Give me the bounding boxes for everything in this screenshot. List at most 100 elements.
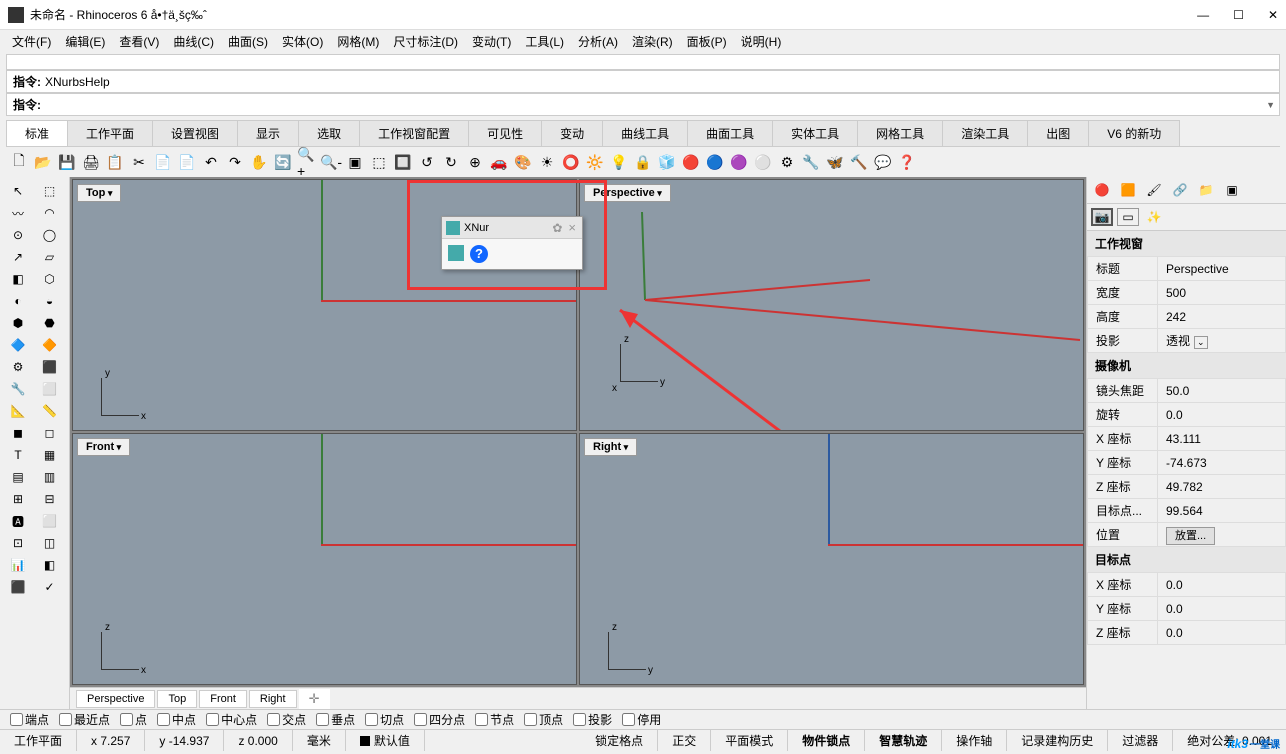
toolbar-btn-0[interactable]: 🗋 [8, 151, 30, 173]
status-osnap[interactable]: 物件锁点 [788, 730, 865, 751]
tool-11[interactable]: ◒ [36, 291, 64, 311]
tool-2[interactable]: 〰 [4, 203, 32, 223]
menu-A[interactable]: 分析(A) [572, 31, 624, 52]
osnap-1[interactable]: 最近点 [59, 711, 110, 728]
tool-29[interactable]: ⊟ [36, 489, 64, 509]
toolbar-btn-31[interactable]: ⚪ [752, 151, 774, 173]
tool-22[interactable]: ◼ [4, 423, 32, 443]
render-icon[interactable]: 🟧 [1117, 181, 1139, 199]
vptab-perspective[interactable]: Perspective [76, 690, 155, 708]
menu-P[interactable]: 面板(P) [681, 31, 733, 52]
toolbar-btn-6[interactable]: 📄 [152, 151, 174, 173]
fx-icon[interactable]: ✨ [1143, 208, 1165, 226]
tab-2[interactable]: 设置视图 [152, 120, 238, 146]
tool-34[interactable]: 📊 [4, 555, 32, 575]
tool-1[interactable]: ⬚ [36, 181, 64, 201]
tool-20[interactable]: 📐 [4, 401, 32, 421]
frame-icon[interactable]: ▭ [1117, 208, 1139, 226]
viewport-right[interactable]: Right zy [579, 433, 1084, 685]
osnap-5[interactable]: 交点 [267, 711, 306, 728]
toolbar-btn-14[interactable]: ▣ [344, 151, 366, 173]
tool-6[interactable]: ↗ [4, 247, 32, 267]
tool-4[interactable]: ⊙ [4, 225, 32, 245]
tool-5[interactable]: ◯ [36, 225, 64, 245]
tab-6[interactable]: 可见性 [468, 120, 542, 146]
tab-0[interactable]: 标准 [6, 120, 68, 146]
tool-36[interactable]: ⬛ [4, 577, 32, 597]
prop-width[interactable]: 500 [1158, 281, 1286, 305]
tool-3[interactable]: ◠ [36, 203, 64, 223]
material-icon[interactable]: 🖌 [1143, 181, 1165, 199]
toolbar-btn-12[interactable]: 🔍+ [296, 151, 318, 173]
status-layer[interactable]: 默认值 [346, 730, 425, 751]
toolbar-btn-19[interactable]: ⊕ [464, 151, 486, 173]
tool-10[interactable]: ◐ [4, 291, 32, 311]
tab-11[interactable]: 网格工具 [857, 120, 943, 146]
prop-projection[interactable]: 透视⌄ [1158, 329, 1286, 353]
properties-icon[interactable]: 🔴 [1091, 181, 1113, 199]
toolbar-btn-30[interactable]: 🟣 [728, 151, 750, 173]
osnap-12[interactable]: 停用 [622, 711, 661, 728]
status-ortho[interactable]: 正交 [658, 730, 711, 751]
tool-12[interactable]: ⬢ [4, 313, 32, 333]
toolbar-btn-9[interactable]: ↷ [224, 151, 246, 173]
prop-focal[interactable]: 50.0 [1158, 379, 1286, 403]
tool-27[interactable]: ▥ [36, 467, 64, 487]
toolbar-btn-26[interactable]: 🔒 [632, 151, 654, 173]
link-icon[interactable]: 🔗 [1169, 181, 1191, 199]
tool-9[interactable]: ⬡ [36, 269, 64, 289]
osnap-7[interactable]: 切点 [365, 711, 404, 728]
tool-25[interactable]: ▦ [36, 445, 64, 465]
tab-12[interactable]: 渲染工具 [942, 120, 1028, 146]
menu-E[interactable]: 编辑(E) [59, 31, 111, 52]
menu-L[interactable]: 工具(L) [519, 31, 570, 52]
help-icon[interactable]: ? [470, 245, 488, 263]
menu-M[interactable]: 网格(M) [331, 31, 385, 52]
tool-19[interactable]: ⬜ [36, 379, 64, 399]
tab-8[interactable]: 曲线工具 [602, 120, 688, 146]
tool-8[interactable]: ◧ [4, 269, 32, 289]
prop-target-x[interactable]: 0.0 [1158, 573, 1286, 597]
folder-icon[interactable]: 📁 [1195, 181, 1217, 199]
gear-icon[interactable]: ✿ [552, 221, 562, 235]
prop-target-z[interactable]: 0.0 [1158, 621, 1286, 645]
toolbar-btn-1[interactable]: 📂 [32, 151, 54, 173]
vptab-top[interactable]: Top [157, 690, 197, 708]
menu-H[interactable]: 说明(H) [735, 31, 788, 52]
tool-24[interactable]: T [4, 445, 32, 465]
viewport-perspective[interactable]: Perspective zy x [579, 179, 1084, 431]
toolbar-btn-28[interactable]: 🔴 [680, 151, 702, 173]
menu-C[interactable]: 曲线(C) [167, 31, 220, 52]
tab-3[interactable]: 显示 [237, 120, 299, 146]
close-button[interactable]: ✕ [1268, 8, 1278, 22]
viewport-front[interactable]: Front zx [72, 433, 577, 685]
toolbar-btn-11[interactable]: 🔄 [272, 151, 294, 173]
tool-23[interactable]: ◻ [36, 423, 64, 443]
prop-rotation[interactable]: 0.0 [1158, 403, 1286, 427]
tab-9[interactable]: 曲面工具 [687, 120, 773, 146]
osnap-6[interactable]: 垂点 [316, 711, 355, 728]
close-icon[interactable]: × [566, 220, 578, 235]
tool-7[interactable]: ▱ [36, 247, 64, 267]
viewport-perspective-label[interactable]: Perspective [584, 184, 671, 202]
osnap-8[interactable]: 四分点 [414, 711, 465, 728]
toolbar-btn-17[interactable]: ↺ [416, 151, 438, 173]
toolbar-btn-34[interactable]: 🦋 [824, 151, 846, 173]
tab-5[interactable]: 工作视窗配置 [359, 120, 469, 146]
tool-21[interactable]: 📏 [36, 401, 64, 421]
toolbar-btn-5[interactable]: ✂ [128, 151, 150, 173]
tool-14[interactable]: 🔷 [4, 335, 32, 355]
prop-height[interactable]: 242 [1158, 305, 1286, 329]
status-planar[interactable]: 平面模式 [711, 730, 788, 751]
osnap-10[interactable]: 顶点 [524, 711, 563, 728]
toolbar-btn-10[interactable]: ✋ [248, 151, 270, 173]
toolbar-btn-35[interactable]: 🔨 [848, 151, 870, 173]
status-record[interactable]: 记录建构历史 [1007, 730, 1108, 751]
camera-icon[interactable]: 📷 [1091, 208, 1113, 226]
toolbar-btn-4[interactable]: 📋 [104, 151, 126, 173]
status-smarttrack[interactable]: 智慧轨迹 [865, 730, 942, 751]
maximize-button[interactable]: ☐ [1233, 8, 1244, 22]
toolbar-btn-16[interactable]: 🔲 [392, 151, 414, 173]
toolbar-btn-23[interactable]: ⭕ [560, 151, 582, 173]
toolbar-btn-15[interactable]: ⬚ [368, 151, 390, 173]
